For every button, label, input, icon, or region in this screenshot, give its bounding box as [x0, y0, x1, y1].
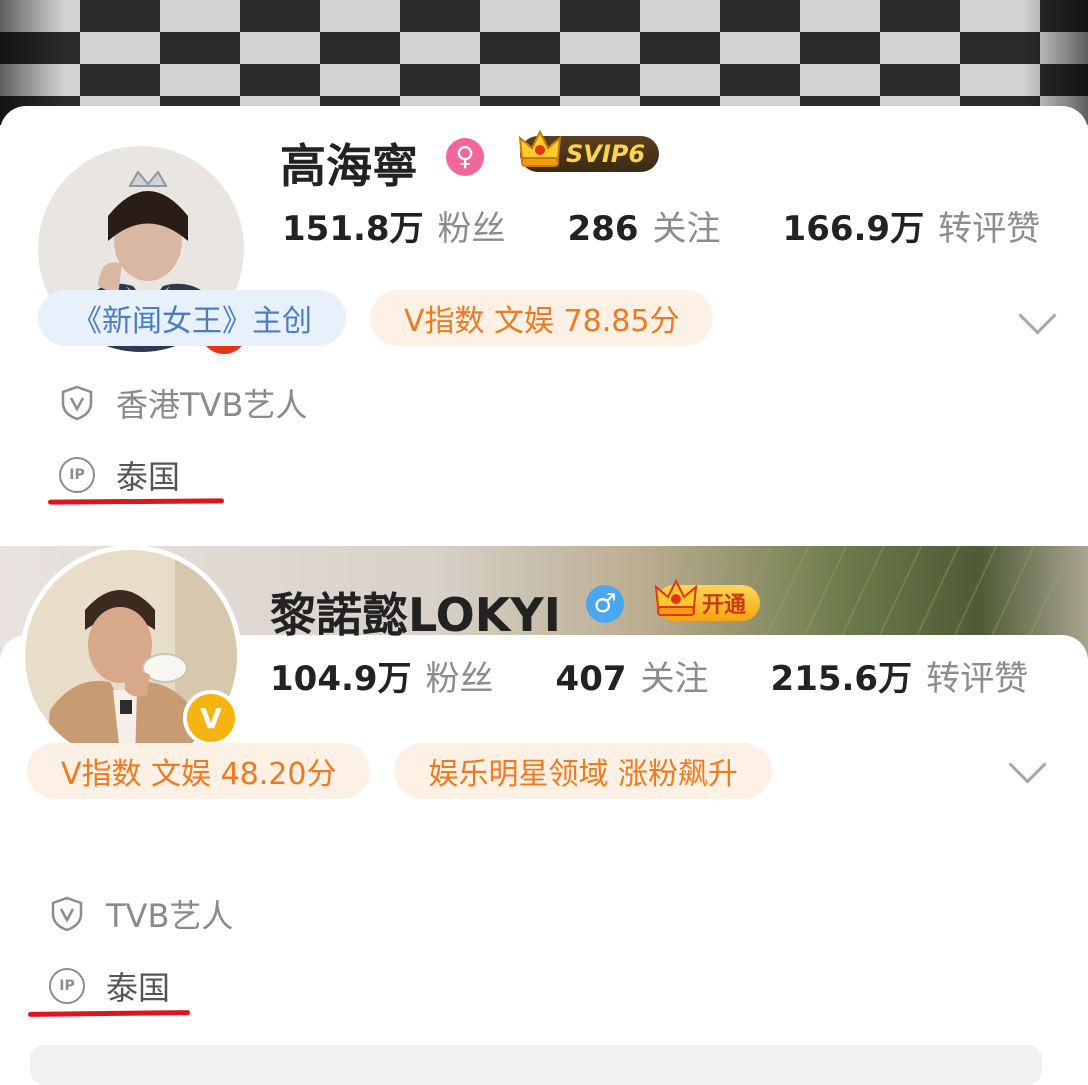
stat-label: 关注: [652, 209, 721, 249]
red-underline-annotation: [47, 498, 225, 505]
profile-tags: V指数 文娱 48.20分 娱乐明星领域 涨粉飙升: [27, 743, 796, 799]
engagement-stat[interactable]: 166.9万 转评赞: [783, 201, 1041, 250]
ip-location-icon: IP: [58, 456, 96, 494]
ip-location-row: IP 泰国: [58, 452, 180, 498]
profile-card-lo-kyi: V 黎諾懿LOKYI ♂ 开通 104.9万 粉丝 407 关注 215.6万: [0, 540, 1088, 1069]
vip-open-button[interactable]: 开通: [654, 578, 761, 621]
chevron-down-icon[interactable]: [1018, 296, 1057, 335]
profile-stats: 151.8万 粉丝 286 关注 166.9万 转评赞: [282, 201, 1088, 250]
stat-label: 转评赞: [938, 209, 1041, 249]
vip-open-label: 开通: [702, 593, 747, 618]
ip-location-row: IP 泰国: [48, 963, 170, 1009]
stat-value: 286: [567, 209, 639, 249]
certification-row: 香港TVB艺人: [58, 380, 307, 426]
followers-stat[interactable]: 104.9万 粉丝: [270, 651, 494, 700]
ip-location-icon: IP: [48, 967, 86, 1005]
stat-label: 转评赞: [926, 659, 1029, 699]
following-stat[interactable]: 286 关注: [568, 201, 721, 250]
tag-chip[interactable]: 《新闻女王》主创: [38, 290, 346, 346]
avatar[interactable]: V: [25, 550, 239, 762]
ip-location-text: 泰国: [106, 969, 171, 1007]
tag-chip[interactable]: V指数 文娱 78.85分: [370, 290, 714, 346]
stat-label: 关注: [640, 659, 709, 699]
certification-row: TVB艺人: [48, 891, 233, 937]
tag-chip[interactable]: V指数 文娱 48.20分: [27, 743, 371, 799]
profile-stats: 104.9万 粉丝 407 关注 215.6万 转评赞: [270, 651, 1088, 700]
stat-value: 104.9万: [270, 659, 412, 699]
red-underline-annotation: [27, 1010, 191, 1017]
crown-icon: [654, 578, 698, 616]
shield-v-icon: [48, 895, 86, 933]
stat-value: 151.8万: [282, 209, 424, 249]
stat-label: 粉丝: [425, 659, 494, 699]
profile-tags: 《新闻女王》主创 V指数 文娱 78.85分: [38, 290, 737, 346]
certification-text: 香港TVB艺人: [116, 386, 308, 424]
followers-stat[interactable]: 151.8万 粉丝: [282, 201, 506, 250]
stat-label: 粉丝: [437, 209, 506, 249]
profile-name: 黎諾懿LOKYI: [270, 588, 561, 642]
female-gender-icon: ♀: [446, 138, 484, 176]
engagement-stat[interactable]: 215.6万 转评赞: [771, 651, 1029, 700]
vip-level-label: SVIP6: [566, 140, 646, 168]
stat-value: 215.6万: [770, 659, 913, 699]
tag-chip[interactable]: 娱乐明星领域 涨粉飙升: [394, 743, 773, 799]
next-section-bar: [30, 1045, 1042, 1085]
chevron-down-icon[interactable]: [1008, 745, 1047, 784]
profile-card-gao-hai-ning: V 高海寧 ♀ SVIP6 151.8万 粉丝 286 关注 166.9万 转评: [0, 0, 1088, 540]
stat-value: 407: [555, 659, 627, 699]
shield-v-icon: [58, 384, 96, 422]
certification-text: TVB艺人: [106, 897, 234, 935]
profile-name: 高海寧: [280, 139, 418, 193]
following-stat[interactable]: 407 关注: [556, 651, 709, 700]
male-gender-icon: ♂: [586, 585, 624, 623]
verified-v-icon: V: [183, 690, 239, 746]
profile-info-panel: V 黎諾懿LOKYI ♂ 开通 104.9万 粉丝 407 关注 215.6万: [0, 550, 1088, 1069]
stat-value: 166.9万: [782, 209, 925, 249]
svip-badge[interactable]: SVIP6: [518, 129, 660, 172]
profile-info-panel: V 高海寧 ♀ SVIP6 151.8万 粉丝 286 关注 166.9万 转评: [0, 106, 1088, 540]
ip-location-text: 泰国: [116, 458, 181, 496]
crown-icon: [518, 129, 562, 167]
